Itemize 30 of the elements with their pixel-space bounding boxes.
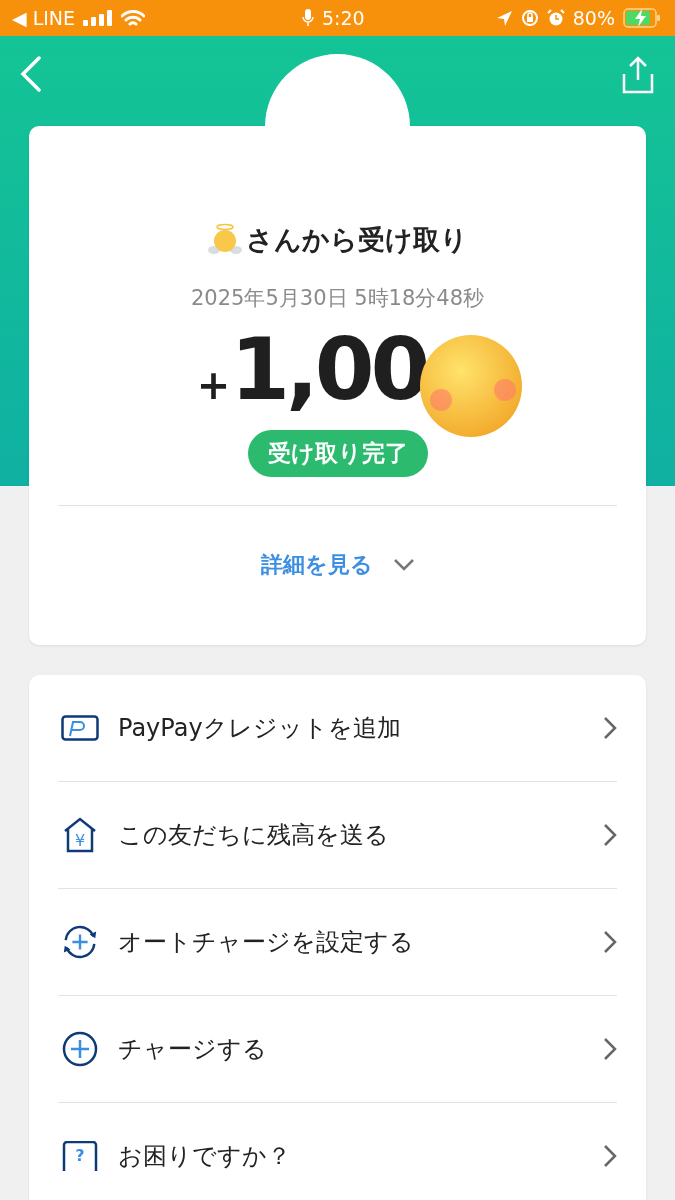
amount: 1,00	[230, 326, 427, 412]
action-row[interactable]: ? お困りですか？	[58, 1103, 617, 1200]
chevron-right-icon	[603, 823, 617, 847]
chevron-right-icon	[603, 716, 617, 740]
plus-circle-icon	[60, 1031, 100, 1067]
rotation-lock-icon	[520, 9, 539, 27]
angel-emoji-icon	[207, 223, 242, 257]
microphone-icon	[302, 9, 314, 27]
amount-sign: +	[196, 362, 231, 408]
chevron-right-icon	[603, 1144, 617, 1168]
wifi-icon	[121, 9, 146, 27]
share-button[interactable]	[621, 56, 655, 94]
action-row[interactable]: チャージする	[58, 996, 617, 1102]
alarm-clock-icon	[546, 9, 565, 27]
signal-icon	[83, 10, 114, 26]
action-row[interactable]: ¥ この友だちに残高を送る	[58, 782, 617, 888]
action-row[interactable]: PayPayクレジットを追加	[58, 675, 617, 781]
back-button[interactable]	[20, 56, 42, 94]
card-icon	[60, 715, 100, 741]
location-arrow-icon	[495, 9, 513, 27]
battery-icon	[623, 8, 661, 28]
chevron-right-icon	[603, 930, 617, 954]
chevron-right-icon	[603, 1037, 617, 1061]
status-badge: 受け取り完了	[247, 430, 428, 477]
chevron-icon	[392, 558, 415, 572]
battery-percent: 80%	[572, 7, 615, 29]
clock-time: 5:20	[322, 7, 365, 29]
action-row[interactable]: オートチャージを設定する	[58, 889, 617, 995]
transaction-datetime: 2025年5月30日 5時18分48秒	[191, 285, 484, 312]
sender-title: さんから受け取り	[245, 223, 468, 257]
